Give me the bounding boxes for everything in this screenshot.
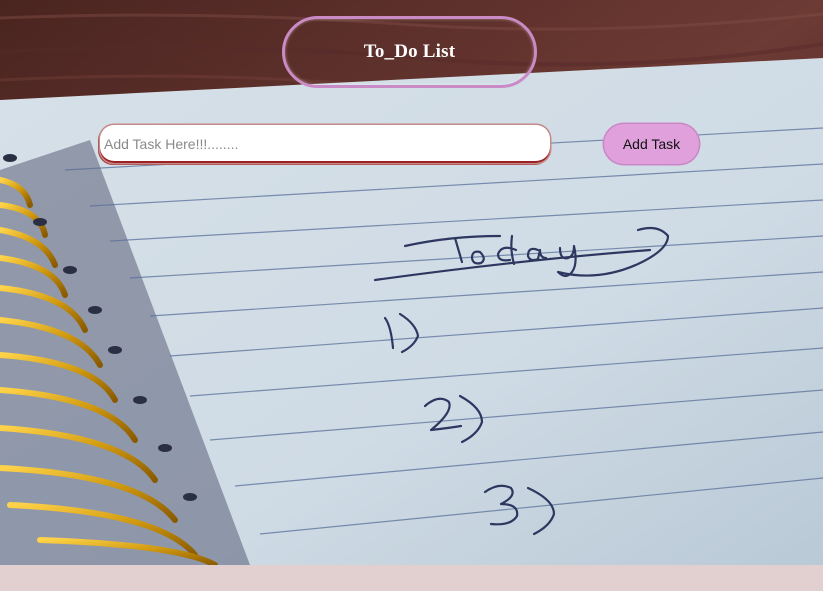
task-input[interactable]: [100, 125, 550, 163]
page-title: To_Do List: [363, 41, 456, 62]
app-window: To_Do List Add Task: [0, 0, 823, 591]
page-footer-strip: [0, 565, 823, 591]
add-task-button[interactable]: Add Task: [604, 124, 699, 164]
header-title-box: To_Do List: [282, 16, 537, 88]
